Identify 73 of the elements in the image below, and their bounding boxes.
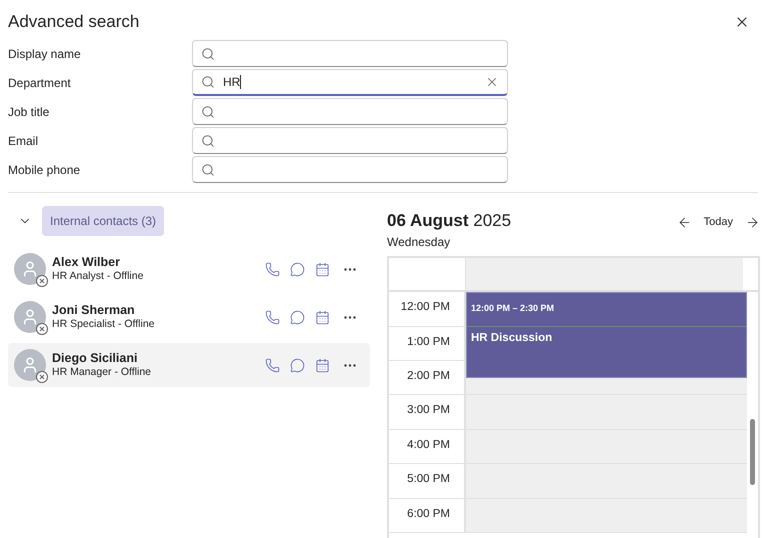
contact-row[interactable]: Joni Sherman HR Specialist - Offline [8, 295, 370, 339]
field-value: HR [223, 74, 240, 91]
field-label: Email [8, 132, 40, 150]
event-time: 12:00 PM – 2:30 PM [471, 303, 554, 314]
search-icon [201, 46, 215, 60]
search-icon [201, 162, 215, 176]
search-field[interactable] [192, 127, 508, 154]
phone-icon [265, 310, 280, 324]
search-field[interactable] [192, 98, 508, 125]
more-icon [344, 364, 356, 366]
contact-row[interactable]: Diego Siciliani HR Manager - Offline [8, 343, 370, 387]
more-button[interactable] [344, 268, 356, 270]
calendar-icon [315, 310, 330, 324]
chat-button[interactable] [290, 358, 305, 372]
call-button[interactable] [265, 262, 280, 276]
chat-bubble-icon [290, 310, 305, 324]
hour-label: 3:00 PM [407, 404, 450, 416]
search-icon [201, 134, 215, 148]
contact-detail: HR Analyst - Offline [52, 270, 144, 284]
call-button[interactable] [265, 358, 280, 372]
hour-label: 6:00 PM [407, 508, 450, 520]
chat-bubble-icon [290, 262, 305, 276]
calendar-event[interactable]: 12:00 PM – 2:30 PM HR Discussion [466, 292, 747, 378]
phone-icon [265, 262, 280, 276]
field-label: Department [8, 74, 72, 92]
search-field[interactable] [192, 156, 508, 183]
call-button[interactable] [265, 310, 280, 324]
hour-label: 2:00 PM [407, 370, 450, 382]
offline-status-icon [36, 275, 48, 287]
group-label[interactable]: Internal contacts (3) [42, 206, 164, 236]
calendar-button[interactable] [315, 358, 330, 372]
dialog-title: Advanced search [8, 10, 140, 33]
search-field[interactable] [192, 40, 508, 67]
calendar-date: 06 August 2025 [387, 210, 512, 232]
clear-icon[interactable] [485, 75, 499, 89]
search-field[interactable]: HR [192, 69, 508, 96]
contact-detail: HR Specialist - Offline [52, 318, 156, 332]
calendar-icon [315, 262, 330, 276]
event-title: HR Discussion [470, 331, 554, 346]
offline-status-icon [36, 371, 48, 383]
field-label: Display name [8, 46, 82, 62]
calendar-button[interactable] [315, 262, 330, 276]
contact-name: Joni Sherman [52, 302, 136, 318]
chat-button[interactable] [290, 262, 305, 276]
avatar [14, 253, 46, 285]
field-label: Mobile phone [8, 162, 82, 178]
avatar [14, 349, 46, 381]
phone-icon [265, 358, 280, 372]
calendar-button[interactable] [315, 310, 330, 324]
hour-label: 1:00 PM [407, 336, 450, 348]
chat-bubble-icon [290, 358, 305, 372]
search-icon [201, 104, 215, 118]
hour-label: 5:00 PM [407, 473, 450, 486]
more-icon [344, 316, 356, 318]
chat-button[interactable] [290, 310, 305, 324]
contact-name: Diego Siciliani [52, 350, 138, 366]
today-button[interactable]: Today [704, 214, 733, 230]
contact-row[interactable]: Alex Wilber HR Analyst - Offline [8, 247, 370, 291]
search-icon [201, 75, 215, 89]
field-label: Job title [8, 104, 50, 120]
text-cursor [240, 75, 242, 89]
avatar [14, 301, 46, 333]
contact-name: Alex Wilber [52, 254, 121, 270]
contact-detail: HR Manager - Offline [52, 366, 152, 380]
calendar-weekday: Wednesday [387, 234, 452, 252]
scrollbar-thumb[interactable] [750, 419, 755, 486]
more-button[interactable] [344, 364, 356, 366]
offline-status-icon [36, 323, 48, 335]
more-icon [344, 268, 356, 270]
calendar-icon [315, 358, 330, 372]
hour-label: 4:00 PM [407, 438, 450, 451]
more-button[interactable] [344, 316, 356, 318]
hour-label: 12:00 PM [400, 301, 450, 314]
